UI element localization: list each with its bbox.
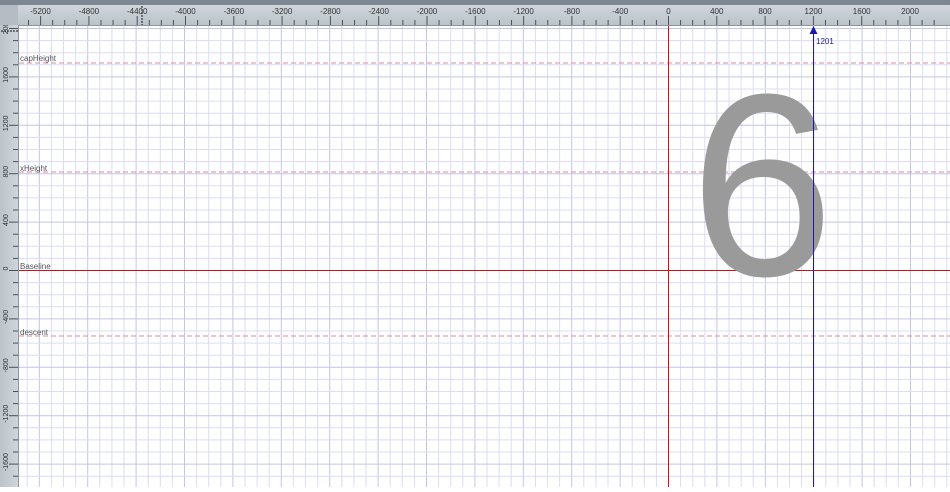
h-ruler-tick-label: -400 [612,7,629,16]
glyph-six[interactable]: 6 [690,41,835,331]
advance-width-handle[interactable] [809,26,818,34]
h-ruler-tick-label: 0 [666,7,671,16]
descent-label: descent [20,328,49,337]
h-ruler-tick-label: -1200 [513,7,534,16]
h-ruler-tick-label: -4400 [127,7,148,16]
ruler-corner [0,5,19,26]
cap-height-label: capHeight [20,54,57,63]
v-ruler-tick-label: -400 [3,310,10,324]
h-ruler-tick-label: -5200 [30,7,51,16]
v-ruler-tick-label: 1200 [3,115,10,131]
v-ruler-tick-label: -1200 [3,405,10,423]
horizontal-ruler-scale: -5200 -4800 -4400 -4000 -3600 -3200 -2800 -2400… [28,6,935,25]
advance-width-label: 1201 [816,37,834,46]
v-ruler-tick-label: 2000 [3,25,10,34]
h-ruler-tick-label: 400 [710,7,724,16]
h-ruler-tick-label: -3200 [272,7,293,16]
glyph-edit-canvas[interactable]: capHeight xHeight descent Baseline 6 120… [19,26,950,487]
vertical-ruler[interactable]: 2000 1600 1200 800 400 0 -400 -800 -1200 -1600 [0,19,19,487]
glyph-canvas-svg: capHeight xHeight descent Baseline 6 120… [19,26,950,487]
h-ruler-tick-label: -2000 [417,7,438,16]
h-ruler-tick-label: 2000 [901,7,919,16]
h-ruler-tick-label: 800 [758,7,772,16]
v-ruler-tick-label: 0 [3,266,10,270]
h-ruler-tick-label: -2800 [320,7,341,16]
h-ruler-tick-label: -4000 [175,7,196,16]
h-ruler-tick-label: -800 [564,7,581,16]
h-ruler-tick-label: -2400 [368,7,389,16]
v-ruler-tick-label: 400 [3,214,10,226]
x-height-label: xHeight [20,164,48,173]
h-ruler-tick-label: 1200 [805,7,823,16]
v-ruler-tick-label: -1600 [3,453,10,471]
horizontal-ruler[interactable]: -5200 -4800 -4400 -4000 -3600 -3200 -2800 -2400… [18,5,950,26]
baseline-label: Baseline [20,262,51,271]
h-ruler-tick-label: -4800 [79,7,100,16]
v-ruler-tick-label: -800 [3,358,10,372]
h-ruler-tick-label: 1600 [853,7,871,16]
h-ruler-tick-label: -1600 [465,7,486,16]
vertical-ruler-scale: 2000 1600 1200 800 400 0 -400 -800 -1200 -1600 [1,19,18,477]
v-ruler-tick-label: 800 [3,166,10,178]
h-ruler-tick-label: -3600 [224,7,245,16]
v-ruler-tick-label: 1600 [3,67,10,83]
